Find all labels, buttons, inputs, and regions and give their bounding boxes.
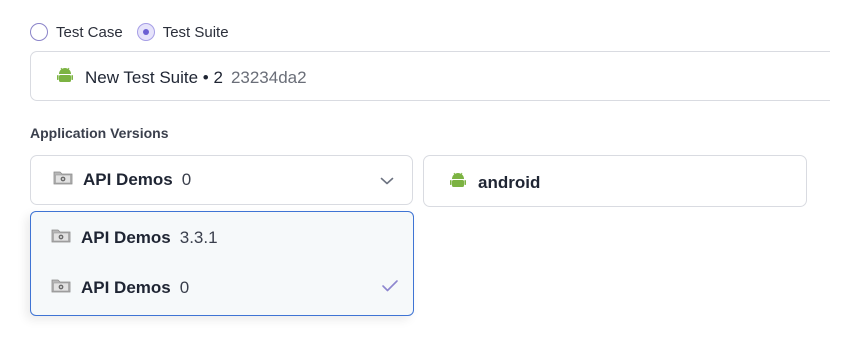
chevron-down-icon[interactable] bbox=[380, 173, 394, 191]
dropdown-option-selected[interactable]: API Demos 0 bbox=[51, 277, 189, 298]
platform-field[interactable]: android bbox=[423, 155, 807, 207]
mode-radio-group: Test Case Test Suite bbox=[30, 21, 243, 43]
app-version-select[interactable]: API Demos 0 bbox=[30, 155, 413, 205]
option-app-name: API Demos bbox=[81, 277, 171, 297]
option-app-version: 3.3.1 bbox=[179, 227, 218, 247]
android-icon bbox=[450, 171, 466, 194]
application-versions-label: Application Versions bbox=[30, 125, 169, 141]
dropdown-option[interactable]: API Demos 3.3.1 bbox=[51, 227, 218, 248]
app-folder-icon bbox=[51, 227, 71, 248]
android-icon bbox=[57, 66, 73, 89]
app-folder-icon bbox=[53, 169, 73, 190]
selected-app-version: 0 bbox=[181, 169, 192, 189]
suite-hash: 23234da2 bbox=[230, 67, 307, 87]
option-app-version: 0 bbox=[179, 277, 190, 297]
selected-app-name: API Demos bbox=[83, 169, 173, 189]
checkmark-icon bbox=[381, 279, 399, 298]
radio-test-suite-label[interactable]: Test Suite bbox=[163, 24, 229, 41]
option-app-name: API Demos bbox=[81, 227, 171, 247]
radio-test-case-label[interactable]: Test Case bbox=[56, 24, 123, 41]
suite-name: New Test Suite • 2 bbox=[85, 67, 223, 87]
radio-dot bbox=[142, 29, 149, 35]
test-suite-field[interactable]: New Test Suite • 2 23234da2 bbox=[30, 51, 830, 101]
radio-test-case[interactable] bbox=[30, 23, 48, 41]
app-version-dropdown: API Demos 3.3.1 API Demos 0 bbox=[30, 211, 414, 316]
app-folder-icon bbox=[51, 277, 71, 298]
platform-label: android bbox=[478, 172, 541, 192]
radio-test-suite[interactable] bbox=[136, 23, 155, 41]
